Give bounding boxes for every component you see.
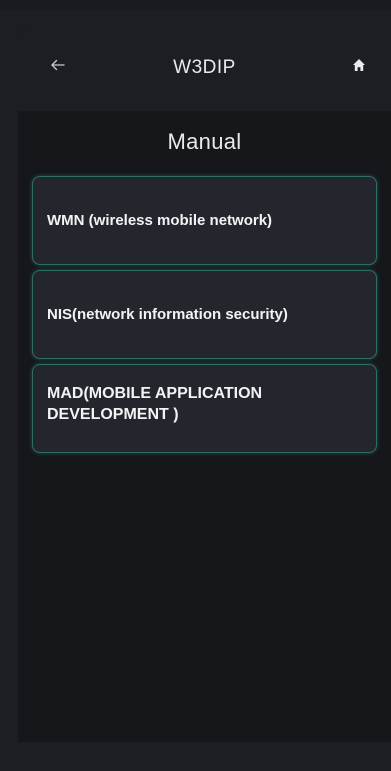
page-title: Manual bbox=[167, 129, 242, 154]
manual-item-wmn[interactable]: WMN (wireless mobile network) bbox=[32, 176, 377, 265]
manual-list: WMN (wireless mobile network) NIS(networ… bbox=[32, 176, 377, 458]
home-icon[interactable] bbox=[352, 58, 366, 72]
manual-item-label: NIS(network information security) bbox=[47, 305, 288, 323]
app-screen: W3DIP Manual WMN (wireless mobile networ… bbox=[18, 27, 391, 742]
manual-item-label: MAD(MOBILE APPLICATION DEVELOPMENT ) bbox=[47, 385, 263, 423]
manual-item-mad[interactable]: MAD(MOBILE APPLICATION DEVELOPMENT ) bbox=[32, 364, 377, 453]
manual-item-label: WMN (wireless mobile network) bbox=[47, 211, 273, 229]
app-header: W3DIP bbox=[18, 27, 391, 111]
status-strip bbox=[0, 0, 391, 10]
app-frame: W3DIP Manual WMN (wireless mobile networ… bbox=[0, 0, 391, 771]
app-title: W3DIP bbox=[173, 57, 236, 78]
manual-item-nis[interactable]: NIS(network information security) bbox=[32, 270, 377, 359]
